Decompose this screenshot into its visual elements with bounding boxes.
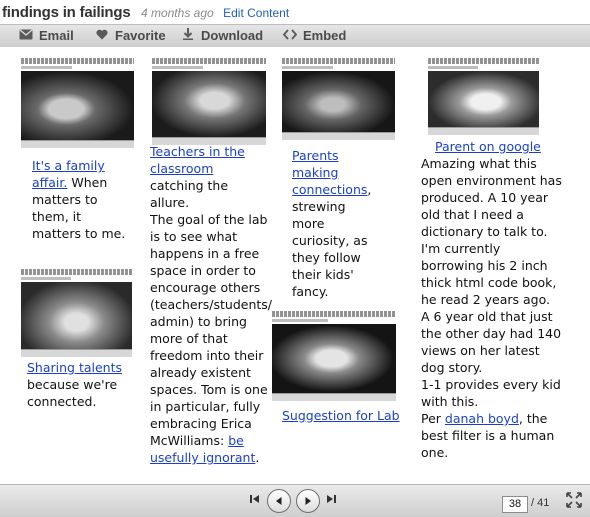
code-brackets-icon xyxy=(282,28,298,44)
page-number-input[interactable]: 38 xyxy=(502,496,528,513)
one-to-one-text: 1-1 provides every kid with this. xyxy=(421,377,561,409)
video-thumbnail-google[interactable] xyxy=(428,58,539,135)
teachers-classroom-link[interactable]: Teachers in the classroom xyxy=(150,144,245,176)
skip-last-icon[interactable] xyxy=(326,494,336,507)
next-button[interactable] xyxy=(296,489,320,513)
video-thumbnail-sharing[interactable] xyxy=(21,269,132,357)
col1-text-b: Sharing talents because we're connected. xyxy=(27,359,127,410)
download-arrow-icon xyxy=(180,28,196,44)
previous-icon xyxy=(274,497,284,509)
suggestion-for-lab-link[interactable]: Suggestion for Lab xyxy=(282,408,400,423)
embed-label: Embed xyxy=(303,28,347,43)
email-button[interactable]: Email xyxy=(18,28,74,44)
download-button[interactable]: Download xyxy=(180,28,263,44)
email-label: Email xyxy=(39,28,74,43)
edit-content-link[interactable]: Edit Content xyxy=(223,6,289,20)
danah-boyd-link[interactable]: danah boyd xyxy=(445,411,519,426)
envelope-icon xyxy=(18,28,34,44)
lab-goal-text: The goal of the lab is to see what happe… xyxy=(150,212,272,448)
embed-button[interactable]: Embed xyxy=(282,28,346,44)
col1-text-a: It's a family affair. When matters to th… xyxy=(32,157,132,242)
parents-connections-text: , strewing more curiosity, as they follo… xyxy=(292,182,372,299)
action-toolbar: Email Favorite Download Embed xyxy=(0,24,590,48)
parent-on-google-link[interactable]: Parent on google xyxy=(435,139,541,154)
slideshow-page: findings in failings 4 months ago Edit C… xyxy=(0,0,590,517)
video-thumbnail-parents[interactable] xyxy=(282,58,395,140)
download-label: Download xyxy=(201,28,264,43)
favorite-button[interactable]: Favorite xyxy=(94,28,166,44)
previous-button[interactable] xyxy=(267,489,291,513)
video-thumbnail-suggestion[interactable] xyxy=(272,311,396,401)
col2-text: Teachers in the classroom catching the a… xyxy=(150,143,272,466)
slide-content: It's a family affair. When matters to th… xyxy=(0,47,590,483)
fullscreen-icon[interactable] xyxy=(566,492,582,508)
upload-time: 4 months ago xyxy=(140,6,214,20)
per-text: Per xyxy=(421,411,441,426)
teachers-catching-text: catching the allure. xyxy=(150,178,229,210)
parents-connections-link[interactable]: Parents making connections xyxy=(292,148,367,197)
col3-text-b: Suggestion for Lab xyxy=(282,407,402,424)
presentation-title: findings in failings xyxy=(2,4,131,21)
title-row: findings in failings 4 months ago Edit C… xyxy=(2,4,289,24)
dog-story-text: A 6 year old that just the other day had… xyxy=(421,309,562,375)
video-thumbnail-teachers[interactable] xyxy=(152,58,266,145)
favorite-label: Favorite xyxy=(115,28,166,43)
page-total: / 41 xyxy=(531,497,550,509)
next-icon xyxy=(303,497,313,509)
slide-navigation-bar: 38 / 41 xyxy=(0,484,590,517)
skip-first-icon[interactable] xyxy=(250,494,260,507)
video-thumbnail-family[interactable] xyxy=(21,58,134,148)
col4-text: Parent on google Amazing what this open … xyxy=(421,138,566,461)
sharing-talents-link[interactable]: Sharing talents xyxy=(27,360,122,375)
col3-text: Parents making connections, strewing mor… xyxy=(292,147,372,300)
open-environment-text: Amazing what this open environment has p… xyxy=(421,156,562,307)
sharing-talents-text: because we're connected. xyxy=(27,377,118,409)
lab-goal-period: . xyxy=(255,450,260,465)
heart-icon xyxy=(94,28,110,44)
